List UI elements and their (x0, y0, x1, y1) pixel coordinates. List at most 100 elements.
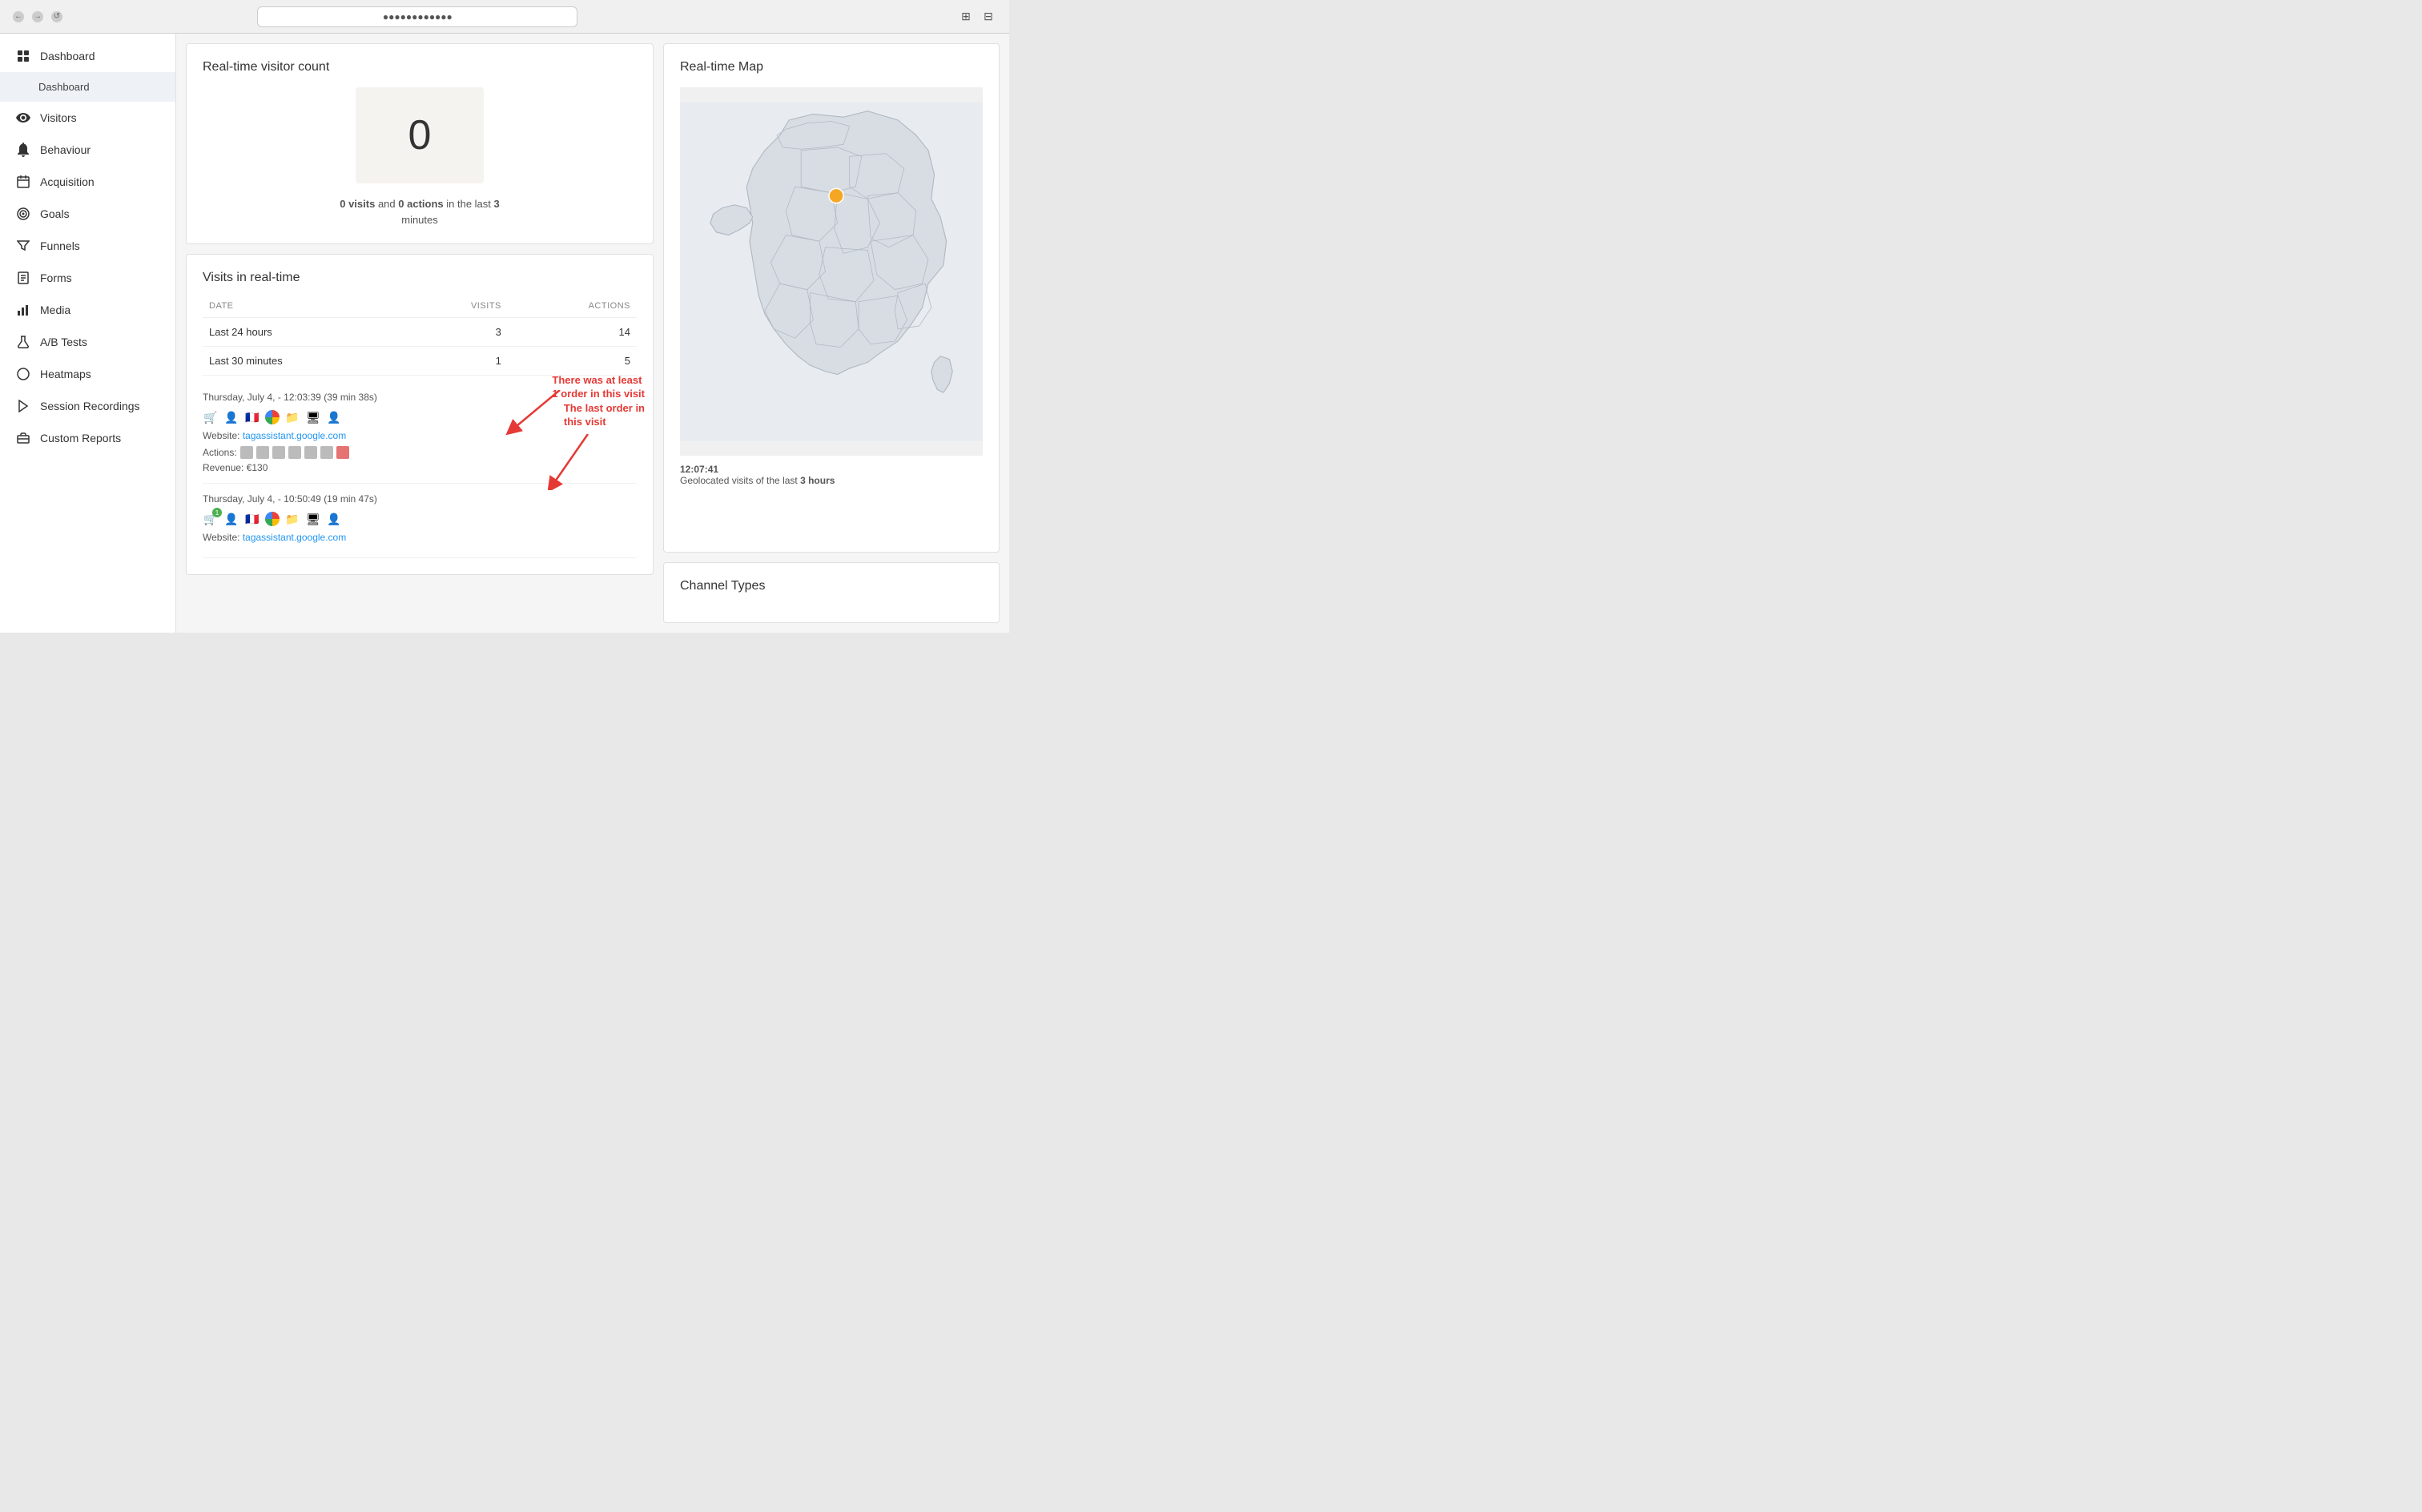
back-button[interactable]: ← (13, 11, 24, 22)
folder-action-1 (240, 446, 253, 459)
map-hours-bold: 3 hours (800, 475, 835, 486)
visits-24h: 3 (406, 318, 508, 347)
sidebar-label-forms: Forms (40, 271, 72, 284)
date-24h: Last 24 hours (203, 318, 406, 347)
sidebar-item-dashboard-sub[interactable]: Dashboard (0, 72, 175, 102)
folder-action-6 (320, 446, 333, 459)
sidebar-item-behaviour[interactable]: Behaviour (0, 134, 175, 166)
flag-icon-v1: 🇫🇷 (244, 409, 260, 425)
map-card: Real-time Map (663, 43, 1000, 553)
sidebar-label-acquisition: Acquisition (40, 175, 95, 188)
bell-icon (16, 143, 30, 157)
browser-actions: ⊞ ⊟ (958, 9, 996, 25)
map-title: Real-time Map (680, 60, 983, 74)
sidebar-label-goals: Goals (40, 207, 70, 220)
file-icon (16, 271, 30, 285)
sidebar-label-media: Media (40, 304, 70, 316)
refresh-button[interactable]: ↺ (51, 11, 62, 22)
date-30m: Last 30 minutes (203, 347, 406, 376)
sidebar-label-funnels: Funnels (40, 239, 80, 252)
sidebar-label-session-recordings: Session Recordings (40, 400, 140, 412)
sidebar-item-dashboard[interactable]: Dashboard (0, 40, 175, 72)
actions-24h: 14 (508, 318, 637, 347)
sidebar-label-heatmaps: Heatmaps (40, 368, 91, 380)
desktop-icon-v2: 🖥 (305, 511, 321, 527)
visitor-count-box: 0 (356, 87, 484, 183)
address-bar[interactable]: ●●●●●●●●●●●● (257, 6, 577, 27)
finder-icon-v1: 📁 (284, 409, 300, 425)
visit-2-icons: 🛒 1 👤 🇫🇷 📁 🖥 👤 (203, 511, 637, 527)
sidebar-label-dashboard-sub: Dashboard (38, 81, 90, 93)
cart-icon-v1: 🛒 (203, 409, 219, 425)
bar-chart-icon (16, 303, 30, 317)
channel-types-card: Channel Types (663, 562, 1000, 623)
sidebar-item-acquisition[interactable]: Acquisition (0, 166, 175, 198)
person2-icon-v1: 👤 (326, 409, 342, 425)
app-container: Dashboard Dashboard Visitors Behaviour (0, 34, 1009, 633)
play-icon (16, 399, 30, 413)
sidebar-toggle-button[interactable]: ⊞ (958, 9, 974, 25)
grid-icon (16, 49, 30, 63)
website-link-v1[interactable]: tagassistant.google.com (243, 430, 346, 441)
sidebar-item-ab-tests[interactable]: A/B Tests (0, 326, 175, 358)
sidebar-item-visitors[interactable]: Visitors (0, 102, 175, 134)
cart-badge: 1 (212, 508, 222, 517)
sidebar-label-custom-reports: Custom Reports (40, 432, 121, 444)
left-column: Real-time visitor count 0 0 visits and 0… (186, 43, 654, 623)
forward-button[interactable]: → (32, 11, 43, 22)
sidebar-item-session-recordings[interactable]: Session Recordings (0, 390, 175, 422)
person-icon-v1: 👤 (223, 409, 239, 425)
visit-item-2: Thursday, July 4, - 10:50:49 (19 min 47s… (203, 484, 637, 558)
right-column: Real-time Map (663, 43, 1000, 623)
visits-realtime-card: Visits in real-time DATE VISITS ACTIONS … (186, 254, 654, 575)
sidebar-item-heatmaps[interactable]: Heatmaps (0, 358, 175, 390)
visits-30m: 1 (406, 347, 508, 376)
folder-action-4 (288, 446, 301, 459)
layout-toggle-button[interactable]: ⊟ (980, 9, 996, 25)
browser-controls: ← → ↺ (13, 11, 62, 22)
website-link-v2[interactable]: tagassistant.google.com (243, 532, 346, 543)
realtime-table: DATE VISITS ACTIONS Last 24 hours 3 14 L… (203, 298, 637, 376)
target-icon (16, 207, 30, 221)
sidebar-item-funnels[interactable]: Funnels (0, 230, 175, 262)
visit-count-bold: 0 visits (340, 198, 375, 210)
sidebar-item-media[interactable]: Media (0, 294, 175, 326)
map-geo-desc: Geolocated visits of the last (680, 475, 800, 486)
address-text: ●●●●●●●●●●●● (383, 11, 453, 22)
channel-types-title: Channel Types (680, 579, 983, 593)
visits-realtime-title: Visits in real-time (203, 271, 637, 285)
visitor-count-desc: 0 visits and 0 actions in the last 3 min… (203, 196, 637, 227)
table-row: Last 24 hours 3 14 (203, 318, 637, 347)
chrome-icon-v1 (265, 410, 280, 424)
sidebar-label-dashboard: Dashboard (40, 50, 95, 62)
browser-chrome: ← → ↺ ●●●●●●●●●●●● ⊞ ⊟ (0, 0, 1009, 34)
circle-icon (16, 367, 30, 381)
actions-count-bold: 0 actions (398, 198, 443, 210)
map-time-info: 12:07:41 Geolocated visits of the last 3… (680, 464, 983, 486)
visit-2-datetime: Thursday, July 4, - 10:50:49 (19 min 47s… (203, 493, 637, 505)
map-time-value: 12:07:41 (680, 464, 718, 475)
person-icon-v2: 👤 (223, 511, 239, 527)
cart-badge-wrapper: 🛒 1 (203, 511, 219, 527)
france-map-svg (680, 87, 983, 456)
sidebar-label-behaviour: Behaviour (40, 143, 91, 156)
sidebar-item-custom-reports[interactable]: Custom Reports (0, 422, 175, 454)
annotation-arrow-2 (548, 434, 604, 490)
chrome-icon-v2 (265, 512, 280, 526)
visitor-count-number: 0 (408, 111, 432, 159)
sidebar-label-visitors: Visitors (40, 111, 77, 124)
sidebar-item-forms[interactable]: Forms (0, 262, 175, 294)
folder-action-3 (272, 446, 285, 459)
col-visits: VISITS (406, 298, 508, 318)
calendar-icon (16, 175, 30, 189)
funnel-icon (16, 239, 30, 253)
sidebar: Dashboard Dashboard Visitors Behaviour (0, 34, 176, 633)
desktop-icon-v1: 🖥 (305, 409, 321, 425)
main-content: Real-time visitor count 0 0 visits and 0… (176, 34, 1009, 633)
sidebar-item-goals[interactable]: Goals (0, 198, 175, 230)
visit-desc-in: in the last (446, 198, 493, 210)
visit-item-1: Thursday, July 4, - 12:03:39 (39 min 38s… (203, 382, 637, 484)
col-actions: ACTIONS (508, 298, 637, 318)
folder-action-5 (304, 446, 317, 459)
briefcase-icon (16, 431, 30, 445)
